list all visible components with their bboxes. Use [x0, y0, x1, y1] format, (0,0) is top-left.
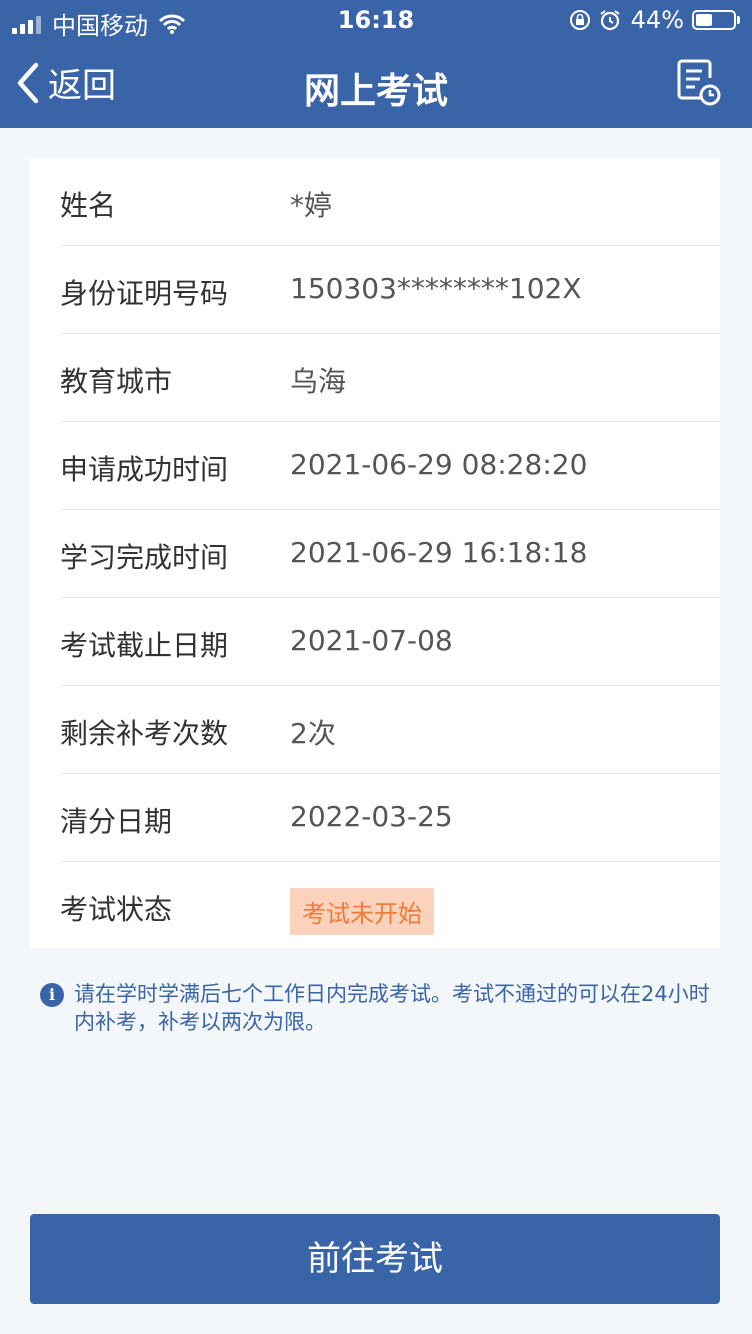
page-title: 网上考试 [303, 71, 448, 112]
info-row-exam-status: 考试状态 考试未开始 [60, 862, 720, 950]
info-row-study-complete-time: 学习完成时间 2021-06-29 16:18:18 [60, 510, 720, 598]
status-right: 44% [569, 6, 740, 34]
status-badge: 考试未开始 [290, 888, 434, 935]
info-row-apply-time: 申请成功时间 2021-06-29 08:28:20 [60, 422, 720, 510]
alarm-icon [600, 10, 620, 31]
go-to-exam-button[interactable]: 前往考试 [30, 1214, 720, 1304]
info-icon: i [40, 983, 64, 1007]
app-header: 中国移动 16:18 44% 返回 网上考试 [0, 0, 752, 128]
battery-icon [692, 10, 740, 30]
info-row-name: 姓名 *婷 [60, 158, 720, 246]
info-row-id-number: 身份证明号码 150303********102X [60, 246, 720, 334]
info-row-retakes-left: 剩余补考次数 2次 [60, 686, 720, 774]
row-label: 考试状态 [60, 893, 173, 926]
info-row-city: 教育城市 乌海 [60, 334, 720, 422]
row-label: 剩余补考次数 [60, 717, 229, 750]
row-value: *婷 [290, 189, 333, 222]
row-value: 乌海 [290, 365, 347, 398]
row-value: 2次 [290, 717, 336, 750]
exam-info-card: 姓名 *婷 身份证明号码 150303********102X 教育城市 乌海 … [30, 158, 720, 948]
row-value: 150303********102X [290, 272, 582, 305]
notice-text: 请在学时学满后七个工作日内完成考试。考试不通过的可以在24小时内补考，补考以两次… [74, 982, 710, 1034]
battery-percent: 44% [630, 6, 684, 34]
info-row-exam-deadline: 考试截止日期 2021-07-08 [60, 598, 720, 686]
orientation-lock-icon [569, 10, 590, 30]
row-label: 清分日期 [60, 805, 173, 838]
row-label: 教育城市 [60, 365, 173, 398]
info-row-clear-date: 清分日期 2022-03-25 [60, 774, 720, 862]
row-value: 2021-07-08 [290, 624, 453, 657]
row-value: 2022-03-25 [290, 800, 453, 833]
row-value: 2021-06-29 08:28:20 [290, 448, 588, 481]
battery-level [696, 14, 712, 26]
exam-record-icon[interactable] [676, 58, 722, 108]
row-value: 2021-06-29 16:18:18 [290, 536, 588, 569]
row-label: 考试截止日期 [60, 629, 229, 662]
status-bar: 中国移动 16:18 44% [0, 0, 752, 40]
row-label: 身份证明号码 [60, 277, 229, 310]
notice: i 请在学时学满后七个工作日内完成考试。考试不通过的可以在24小时内补考，补考以… [40, 980, 720, 1036]
nav-bar: 返回 网上考试 [0, 44, 752, 128]
row-label: 申请成功时间 [60, 453, 229, 486]
row-label: 姓名 [60, 189, 117, 222]
row-label: 学习完成时间 [60, 541, 229, 574]
